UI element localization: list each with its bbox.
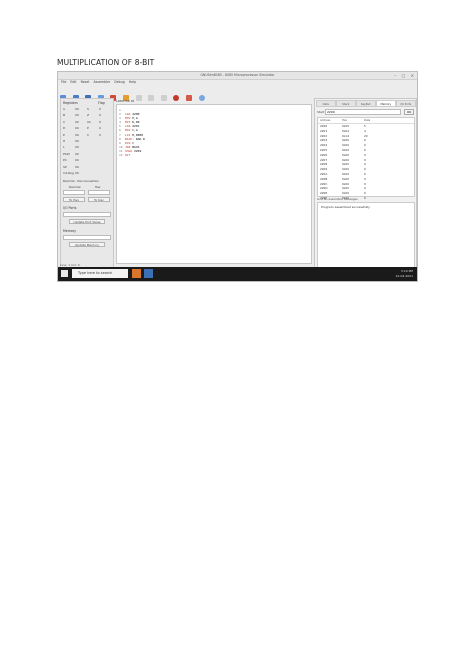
operand: 2202 xyxy=(132,148,142,153)
memory-header: Memory xyxy=(63,229,76,233)
code-lines: 1 2 LDA 2200 3 MOV E,A 4 MVI D,00 5 LDA 2201 6 MOV… xyxy=(119,108,145,157)
tab-io-ports[interactable]: I/O Ports xyxy=(396,100,416,107)
maximize-icon[interactable]: ▢ xyxy=(402,73,406,78)
window-titlebar: GNUSim8085 - 8085 Microprocessor Simulat… xyxy=(58,72,417,80)
registers-header: Registers xyxy=(63,101,78,105)
io-port-input[interactable] xyxy=(63,212,111,217)
tab-bar: Data Stack KeyPad Memory I/O Ports xyxy=(316,100,416,107)
register-name xyxy=(87,171,99,177)
start-address-label: Start xyxy=(317,110,325,114)
toolbar xyxy=(60,87,260,101)
taskbar-search[interactable]: Type here to search xyxy=(72,269,128,278)
register-row: Int-Reg 00 xyxy=(63,171,111,177)
table-cell: 0 xyxy=(364,195,366,200)
tab-data[interactable]: Data xyxy=(316,100,336,107)
step-in-icon[interactable] xyxy=(135,94,142,101)
update-memory-button[interactable]: Update Memory xyxy=(69,242,105,247)
register-value xyxy=(99,171,111,177)
opcode: HLT xyxy=(125,153,131,158)
column-header: Hex xyxy=(342,119,348,122)
tab-memory[interactable]: Memory xyxy=(376,100,396,107)
reset-icon[interactable] xyxy=(198,94,205,101)
code-line: 12 HLT xyxy=(119,153,145,157)
memory-rows: 2200 0x05 5 2201 0x04 4 2202 0x14 20 2203 0x00 0 220… xyxy=(318,124,414,201)
column-header: Address xyxy=(320,119,331,122)
document-title: MULTIPLICATION OF 8-BIT xyxy=(57,58,155,67)
step-over-icon[interactable] xyxy=(148,94,155,101)
taskbar: Type here to search 3:19 PM 21-04-2021 xyxy=(58,267,417,281)
clock-date: 21-04-2021 xyxy=(395,273,413,278)
code-editor[interactable]: 1 2 LDA 2200 3 MOV E,A 4 MVI D,00 5 LDA 2201 6 MOV… xyxy=(116,104,312,264)
load-address-label: Load me at xyxy=(116,99,134,103)
memory-input[interactable] xyxy=(63,235,111,240)
hex-label: Hex xyxy=(95,185,101,189)
register-value: 00 xyxy=(75,170,79,175)
stop-icon[interactable] xyxy=(185,94,192,101)
io-ports-header: I/O Ports xyxy=(63,206,77,210)
system-tray: 3:19 PM 21-04-2021 xyxy=(396,269,413,278)
menu-item[interactable]: File xyxy=(61,80,66,84)
decimal-input[interactable] xyxy=(63,190,85,195)
to-hex-button[interactable]: To Hex xyxy=(63,197,85,202)
taskbar-app-icon[interactable] xyxy=(132,269,141,278)
close-icon[interactable]: ✕ xyxy=(411,73,414,78)
tab-stack[interactable]: Stack xyxy=(336,100,356,107)
messages-header: Line No Assembler Messages xyxy=(317,197,358,201)
assembler-message: Program assembled successfully xyxy=(321,205,370,209)
column-header: Data xyxy=(364,119,371,122)
to-dec-button[interactable]: To Dec xyxy=(88,197,110,202)
taskbar-app-icon[interactable] xyxy=(144,269,153,278)
windows-start-icon[interactable] xyxy=(61,270,68,277)
window-title: GNUSim8085 - 8085 Microprocessor Simulat… xyxy=(200,73,275,77)
ok-button[interactable]: OK xyxy=(404,109,414,115)
menu-item[interactable]: Assembler xyxy=(93,80,110,84)
update-port-button[interactable]: Update Port Value xyxy=(69,219,105,224)
menu-bar: File Edit Reset Assembler Debug Help xyxy=(58,80,417,86)
simulator-screenshot: GNUSim8085 - 8085 Microprocessor Simulat… xyxy=(57,71,418,282)
decimal-hex-header: Decimal - Hex Convertion xyxy=(63,179,99,183)
register-name: Int-Reg xyxy=(63,170,74,175)
menu-item[interactable]: Edit xyxy=(70,80,76,84)
decimal-label: Decimal xyxy=(69,185,81,189)
menu-item[interactable]: Reset xyxy=(81,80,90,84)
breakpoint-icon[interactable] xyxy=(173,94,180,101)
start-address-input[interactable]: 2200 xyxy=(325,109,401,115)
minimize-icon[interactable]: – xyxy=(394,73,396,78)
tab-keypad[interactable]: KeyPad xyxy=(356,100,376,107)
memory-table: Address Hex Data 2200 0x05 5 2201 0x04 4 2202 0… xyxy=(317,117,415,200)
window-controls: – ▢ ✕ xyxy=(390,73,414,78)
register-grid: A 00 S 0 B 00 Z 0 C 00 AC 0 D 00 P 0 E 00 C 0 H 00 L 00 PSW 00 PC 0… xyxy=(63,107,111,177)
hex-input[interactable] xyxy=(88,190,110,195)
menu-item[interactable]: Debug xyxy=(114,80,124,84)
left-panel: Registers Flag A 00 S 0 B 00 Z 0 C 00 AC 0 D 00 P 0 E 00 C… xyxy=(60,98,114,270)
flag-header: Flag xyxy=(98,101,105,105)
right-panel: Data Stack KeyPad Memory I/O Ports Start… xyxy=(314,98,417,274)
step-out-icon[interactable] xyxy=(160,94,167,101)
menu-item[interactable]: Help xyxy=(129,80,136,84)
messages-box: Program assembled successfully xyxy=(317,202,415,272)
operand: DAD D xyxy=(134,136,145,141)
